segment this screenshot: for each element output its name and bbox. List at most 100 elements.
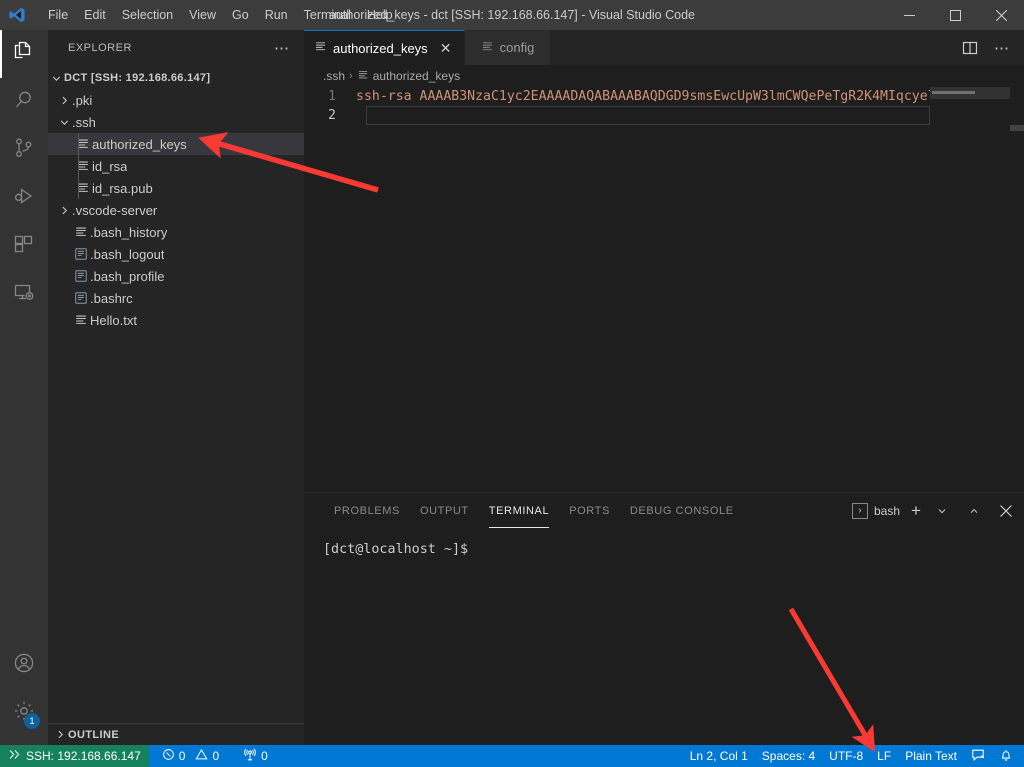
- status-eol[interactable]: LF: [870, 745, 898, 767]
- status-encoding[interactable]: UTF-8: [822, 745, 870, 767]
- terminal-prompt-line: [dct@localhost ~]$: [323, 542, 469, 557]
- files-icon: [12, 40, 36, 69]
- new-terminal-dropdown-icon[interactable]: [932, 501, 952, 521]
- terminal-selector[interactable]: › bash: [851, 502, 900, 519]
- editor-scrollbar[interactable]: [1010, 87, 1024, 492]
- terminal-output[interactable]: [dct@localhost ~]$: [304, 528, 1024, 557]
- status-ports[interactable]: 0: [236, 745, 275, 767]
- config-file-icon: [72, 247, 90, 261]
- status-remote-host[interactable]: SSH: 192.168.66.147: [0, 745, 149, 767]
- tab-authorized-keys[interactable]: authorized_keys ✕: [304, 30, 465, 65]
- tree-item-label: id_rsa.pub: [92, 180, 153, 196]
- sidebar-more-actions-icon[interactable]: ⋯: [274, 39, 296, 57]
- status-warning-count: 0: [212, 749, 220, 763]
- panel-tab-ports[interactable]: PORTS: [559, 493, 620, 528]
- status-language-mode[interactable]: Plain Text: [898, 745, 964, 767]
- activity-bar-bottom: 1: [0, 641, 48, 745]
- maximize-button[interactable]: [932, 0, 978, 30]
- tree-item-label: authorized_keys: [92, 136, 187, 152]
- tree-item-label: .vscode-server: [72, 202, 158, 218]
- status-bar-right: Ln 2, Col 1 Spaces: 4 UTF-8 LF Plain Tex…: [683, 745, 1024, 767]
- panel-tab-debug-console[interactable]: DEBUG CONSOLE: [620, 493, 744, 528]
- new-terminal-button[interactable]: +: [906, 501, 926, 521]
- code-line-1: 1 ssh-rsa AAAAB3NzaC1yc2EAAAADAQABAAABAQ…: [304, 87, 1024, 106]
- menu-item-selection[interactable]: Selection: [114, 4, 181, 26]
- breadcrumb-separator-icon: ›: [349, 70, 353, 82]
- tab-close-icon[interactable]: ✕: [438, 40, 454, 57]
- editor-scrollbar-thumb[interactable]: [1010, 125, 1024, 131]
- breadcrumb: .ssh › authorized_keys: [304, 65, 1024, 87]
- tree-row-pki[interactable]: .pki: [48, 89, 304, 111]
- menu-item-file[interactable]: File: [40, 4, 76, 26]
- sidebar-explorer: EXPLORER ⋯ DCT [SSH: 192.168.66.147] .pk…: [48, 30, 304, 745]
- breadcrumb-item-ssh[interactable]: .ssh: [323, 69, 345, 83]
- status-feedback[interactable]: [964, 745, 992, 767]
- activity-item-accounts[interactable]: [0, 641, 48, 689]
- activity-item-extensions[interactable]: [0, 222, 48, 270]
- close-button[interactable]: [978, 0, 1024, 30]
- code-editor[interactable]: 1 ssh-rsa AAAAB3NzaC1yc2EAAAADAQABAAABAQ…: [304, 87, 1024, 492]
- status-error-count: 0: [178, 749, 186, 763]
- tree-row-ssh[interactable]: .ssh: [48, 111, 304, 133]
- panel-tab-terminal[interactable]: TERMINAL: [479, 493, 559, 528]
- menu-item-go[interactable]: Go: [224, 4, 257, 26]
- editor-minimap[interactable]: [930, 87, 1010, 492]
- maximize-panel-icon[interactable]: [964, 501, 984, 521]
- tree-row-authorized-keys[interactable]: authorized_keys: [48, 133, 304, 155]
- menu-item-run[interactable]: Run: [257, 4, 296, 26]
- minimap-line-1: [932, 91, 1006, 94]
- tree-row-vscode-server[interactable]: .vscode-server: [48, 199, 304, 221]
- remote-indicator-icon: [8, 748, 21, 764]
- tab-label: config: [499, 40, 535, 55]
- status-notifications[interactable]: [992, 745, 1020, 767]
- text-file-icon: [357, 69, 369, 84]
- breadcrumb-label: .ssh: [323, 69, 346, 83]
- menu-item-help[interactable]: Help: [359, 4, 401, 26]
- panel-tab-problems[interactable]: PROBLEMS: [324, 493, 410, 528]
- tree-row-id-rsa[interactable]: id_rsa: [48, 155, 304, 177]
- menu-item-view[interactable]: View: [181, 4, 224, 26]
- sidebar-title: EXPLORER: [68, 41, 132, 54]
- status-problems[interactable]: 0 0: [155, 745, 226, 767]
- sidebar-header: EXPLORER ⋯: [48, 30, 304, 65]
- tree-item-label: .bash_profile: [90, 268, 165, 284]
- status-cursor-position[interactable]: Ln 2, Col 1: [683, 745, 755, 767]
- tree-item-label: .pki: [72, 92, 93, 108]
- text-file-icon: [481, 40, 494, 56]
- tree-row-bash-profile[interactable]: .bash_profile: [48, 265, 304, 287]
- activity-bar: 1: [0, 30, 48, 745]
- menu-bar: File Edit Selection View Go Run Terminal…: [40, 4, 401, 26]
- tree-row-bash-history[interactable]: .bash_history: [48, 221, 304, 243]
- breadcrumb-item-authorized-keys[interactable]: authorized_keys: [357, 69, 460, 84]
- tree-row-hello-txt[interactable]: Hello.txt: [48, 309, 304, 331]
- panel-tab-bar: PROBLEMS OUTPUT TERMINAL PORTS DEBUG CON…: [304, 493, 1024, 528]
- radio-tower-icon: [243, 747, 257, 765]
- activity-item-remote-explorer[interactable]: [0, 270, 48, 318]
- close-panel-icon[interactable]: [996, 501, 1016, 521]
- tree-row-id-rsa-pub[interactable]: id_rsa.pub: [48, 177, 304, 199]
- remote-explorer-icon: [12, 280, 36, 309]
- minimize-button[interactable]: [886, 0, 932, 30]
- bottom-panel: PROBLEMS OUTPUT TERMINAL PORTS DEBUG CON…: [304, 492, 1024, 745]
- menu-item-terminal[interactable]: Terminal: [296, 4, 359, 26]
- menu-item-edit[interactable]: Edit: [76, 4, 114, 26]
- activity-item-explorer[interactable]: [0, 30, 48, 78]
- panel-tab-output[interactable]: OUTPUT: [410, 493, 479, 528]
- tab-config[interactable]: config: [464, 30, 552, 65]
- tree-row-root[interactable]: DCT [SSH: 192.168.66.147]: [48, 67, 304, 89]
- feedback-icon: [971, 748, 985, 765]
- file-tree: DCT [SSH: 192.168.66.147] .pki .ssh auth…: [48, 65, 304, 723]
- tree-row-bash-logout[interactable]: .bash_logout: [48, 243, 304, 265]
- tree-row-bashrc[interactable]: .bashrc: [48, 287, 304, 309]
- activity-item-source-control[interactable]: [0, 126, 48, 174]
- editor-more-actions-icon[interactable]: ⋯: [988, 34, 1016, 62]
- split-editor-icon[interactable]: [956, 34, 984, 62]
- outline-section-header[interactable]: OUTLINE: [48, 723, 304, 745]
- activity-item-search[interactable]: [0, 78, 48, 126]
- activity-item-run-and-debug[interactable]: [0, 174, 48, 222]
- activity-item-manage[interactable]: 1: [0, 689, 48, 737]
- tree-item-label: id_rsa: [92, 158, 128, 174]
- manage-badge: 1: [24, 713, 40, 729]
- status-indentation[interactable]: Spaces: 4: [755, 745, 822, 767]
- status-remote-label: SSH: 192.168.66.147: [26, 749, 141, 763]
